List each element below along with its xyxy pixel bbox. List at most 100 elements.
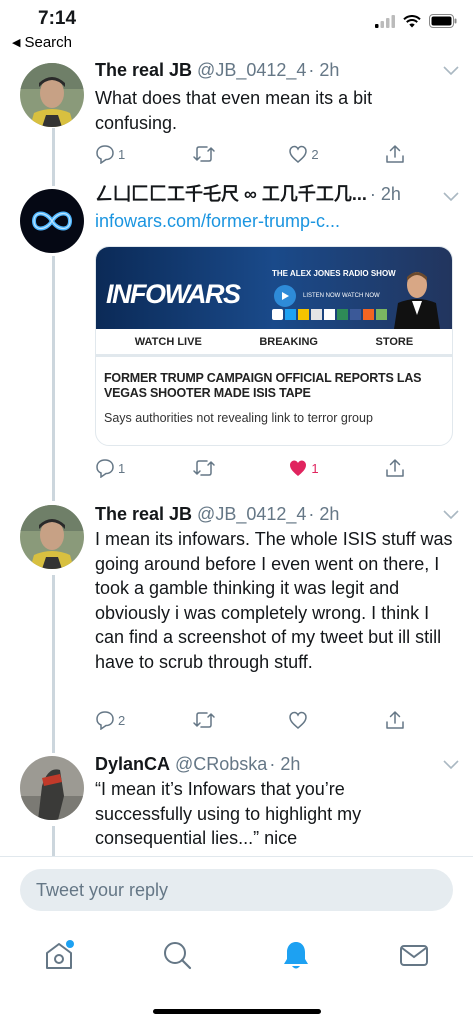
wifi-icon [403, 14, 421, 27]
messages-icon [400, 945, 428, 966]
reply-icon [96, 459, 114, 478]
retweet-button[interactable] [192, 142, 262, 166]
chevron-down-icon[interactable] [443, 192, 459, 202]
back-label: Search [24, 34, 72, 51]
link-preview-card[interactable]: INFOWARS THE ALEX JONES RADIO SHOW LISTE… [95, 246, 453, 446]
social-icon [324, 309, 335, 320]
chevron-down-icon[interactable] [443, 760, 459, 770]
tweet-time: · 2h [369, 184, 401, 204]
reply-button[interactable]: 2 [95, 708, 165, 732]
card-nav-item: STORE [375, 335, 414, 348]
like-button[interactable] [288, 708, 358, 732]
tweet-actions: 1 2 [95, 142, 405, 166]
author-handle[interactable]: @JB_0412_4 [197, 502, 306, 526]
reply-count: 2 [118, 712, 126, 728]
chevron-down-icon[interactable] [443, 510, 459, 520]
tab-messages[interactable] [397, 938, 431, 972]
card-nav: WATCH LIVE BREAKING STORE [96, 329, 452, 357]
tweet[interactable]: DylanCA @CRobska · 2h “I mean it’s Infow… [0, 752, 473, 856]
card-subhead: Says authorities not revealing link to t… [104, 411, 373, 425]
share-icon [386, 711, 404, 729]
battery-icon [429, 14, 457, 28]
retweet-button[interactable] [192, 456, 262, 480]
social-icon [311, 309, 322, 320]
heart-outline-icon [289, 711, 308, 729]
heart-outline-icon [289, 145, 308, 163]
like-button[interactable]: 1 [288, 456, 358, 480]
share-button[interactable] [385, 456, 405, 480]
signal-icon [375, 14, 395, 28]
status-time: 7:14 [38, 8, 77, 29]
retweet-icon [192, 460, 215, 476]
social-icon [350, 309, 361, 320]
back-to-search-link[interactable]: ◀ Search [12, 34, 72, 51]
tweet-text: “I mean it’s Infowars that you’re succes… [95, 779, 362, 848]
card-image: INFOWARS THE ALEX JONES RADIO SHOW LISTE… [96, 247, 452, 329]
author-name[interactable]: ㄥ凵匚匚工千乇尺 ∞ 工几千工几... [95, 182, 367, 206]
avatar[interactable] [20, 505, 84, 569]
avatar[interactable] [20, 756, 84, 820]
tweet-actions: 1 1 [95, 456, 405, 480]
reply-input[interactable]: Tweet your reply [20, 869, 453, 911]
listen-now-label: LISTEN NOW [303, 293, 341, 299]
avatar[interactable] [20, 63, 84, 127]
article-link[interactable]: infowars.com/former-trump-c... [95, 206, 433, 234]
tweet[interactable]: The real JB @JB_0412_4 · 2h I mean its i… [0, 502, 473, 744]
back-triangle-icon: ◀ [12, 37, 21, 49]
tab-search[interactable] [160, 938, 194, 972]
infowars-logo: INFOWARS [106, 279, 241, 309]
author-name[interactable]: DylanCA [95, 752, 170, 776]
reply-count: 1 [118, 460, 126, 476]
search-icon [164, 942, 192, 970]
tab-notifications[interactable] [279, 938, 313, 972]
reply-button[interactable]: 1 [95, 456, 165, 480]
author-handle[interactable]: @CRobska [175, 752, 267, 776]
card-nav-item: BREAKING [259, 335, 318, 348]
tweet-actions: 2 [95, 708, 405, 732]
reply-bar: Tweet your reply [0, 856, 473, 926]
reply-count: 1 [118, 146, 126, 162]
notifications-icon [284, 942, 308, 969]
author-name[interactable]: The real JB [95, 58, 192, 82]
tweet[interactable]: ㄥ凵匚匚工千乇尺 ∞ 工几千工几... · 2h infowars.com/fo… [0, 182, 473, 492]
author-handle[interactable]: @JB_0412_4 [197, 58, 306, 82]
tweet[interactable]: The real JB @JB_0412_4 · 2h What does th… [0, 58, 473, 178]
tab-home[interactable] [42, 938, 76, 972]
reply-icon [96, 711, 114, 730]
tweet-text: What does that even mean its a bit confu… [95, 88, 373, 133]
share-button[interactable] [385, 142, 405, 166]
reply-icon [96, 145, 114, 164]
avatar[interactable] [20, 189, 84, 253]
chevron-down-icon[interactable] [443, 66, 459, 76]
like-count: 1 [311, 460, 319, 476]
play-button-icon [274, 285, 296, 307]
social-icon [337, 309, 348, 320]
retweet-icon [192, 146, 215, 162]
tweet-time: · 2h [269, 754, 301, 774]
social-icons-row [272, 309, 387, 320]
share-icon [386, 145, 404, 163]
retweet-icon [192, 712, 215, 728]
share-icon [386, 459, 404, 477]
home-icon [46, 940, 74, 969]
author-name[interactable]: The real JB [95, 502, 192, 526]
card-headline: FORMER TRUMP CAMPAIGN OFFICIAL REPORTS L… [104, 371, 422, 400]
tweet-time: · 2h [308, 504, 340, 524]
home-indicator [153, 1009, 321, 1014]
host-photo [392, 257, 442, 329]
like-button[interactable]: 2 [288, 142, 358, 166]
retweet-button[interactable] [192, 708, 262, 732]
card-nav-item: WATCH LIVE [134, 335, 202, 348]
status-bar: 7:14 ◀ Search [0, 0, 473, 56]
like-count: 2 [311, 146, 319, 162]
tab-bar [0, 926, 473, 1024]
social-icon [272, 309, 283, 320]
social-icon [285, 309, 296, 320]
share-button[interactable] [385, 708, 405, 732]
social-icon [363, 309, 374, 320]
radio-show-label: THE ALEX JONES RADIO SHOW [272, 269, 396, 278]
watch-now-label: WATCH NOW [342, 293, 380, 299]
social-icon [376, 309, 387, 320]
reply-button[interactable]: 1 [95, 142, 165, 166]
tweet-time: · 2h [308, 60, 340, 80]
